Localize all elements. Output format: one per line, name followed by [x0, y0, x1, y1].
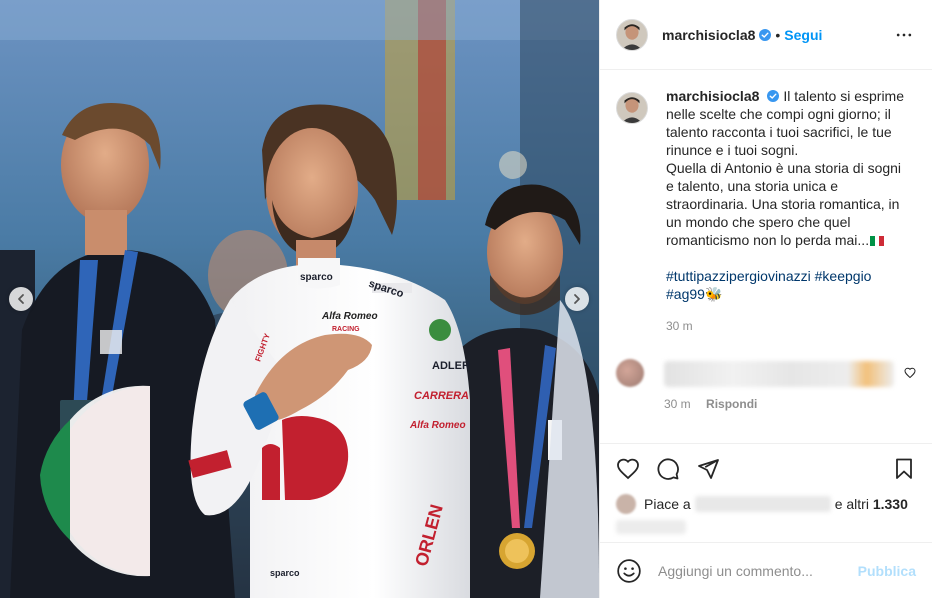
photo-scene — [0, 0, 599, 598]
suit-logo-alfa-romeo: Alfa Romeo — [322, 311, 378, 322]
suit-logo-adler: ADLER — [432, 360, 470, 372]
avatar-image — [617, 93, 647, 123]
likes-count[interactable]: 1.330 — [873, 496, 908, 512]
smiley-icon[interactable] — [616, 558, 642, 584]
post-header: marchisiocla8 • Segui — [600, 0, 932, 70]
verified-badge-icon — [767, 90, 780, 102]
heart-icon[interactable] — [616, 457, 640, 481]
italy-flag-icon — [870, 232, 885, 246]
post-date-blurred — [616, 520, 686, 534]
avatar-image — [617, 19, 647, 50]
more-options-button[interactable] — [892, 23, 916, 47]
post-sidebar: marchisiocla8 • Segui marchisiocla8 Il t… — [599, 0, 932, 598]
liker-avatar-blurred[interactable] — [616, 494, 636, 514]
send-icon[interactable] — [696, 457, 720, 481]
more-horizontal-icon — [896, 33, 912, 36]
likes-suffix: e altri — [834, 496, 869, 512]
verified-badge-icon — [759, 28, 772, 41]
caption-username[interactable]: marchisiocla8 — [666, 88, 759, 104]
caption: marchisiocla8 Il talento si esprime nelle… — [616, 87, 916, 335]
caption-timestamp[interactable]: 30 m — [666, 317, 910, 335]
likes-prefix: Piace a — [644, 496, 691, 512]
comments-section: marchisiocla8 Il talento si esprime nelle… — [600, 71, 932, 443]
comment-text-blurred — [664, 361, 894, 387]
caption-text: marchisiocla8 Il talento si esprime nelle… — [666, 87, 910, 335]
comment-timestamp[interactable]: 30 m — [664, 397, 691, 411]
caption-hashtags: #tuttipazzipergiovinazzi #keepgio #ag99🐝 — [666, 267, 910, 303]
follow-button[interactable]: Segui — [784, 27, 822, 43]
heart-outline-icon[interactable] — [904, 367, 916, 379]
bee-emoji: 🐝 — [704, 286, 723, 302]
hashtag-links[interactable]: #tuttipazzipergiovinazzi #keepgio #ag99 — [666, 268, 871, 302]
caption-paragraph-2: Quella di Antonio è una storia di sogni … — [666, 159, 910, 249]
commenter-avatar-blurred[interactable] — [616, 359, 644, 387]
separator-dot: • — [775, 26, 781, 43]
suit-logo-carrera: CARRERA — [414, 390, 469, 402]
caption-avatar[interactable] — [616, 92, 648, 124]
caption-line-2: Quella di Antonio è una storia di sogni … — [666, 160, 902, 248]
add-comment-bar: Pubblica — [600, 542, 932, 598]
suit-logo-racing: RACING — [332, 326, 360, 333]
next-photo-button[interactable] — [565, 287, 589, 311]
username-link[interactable]: marchisiocla8 — [662, 27, 755, 43]
comment-input[interactable] — [658, 562, 850, 579]
avatar[interactable] — [616, 18, 648, 51]
post-actions: Piace a e altri 1.330 — [600, 443, 932, 534]
chevron-left-icon — [18, 294, 24, 304]
action-bar — [616, 454, 916, 484]
suit-logo-sparco-collar: sparco — [300, 272, 333, 283]
liker-name-blurred[interactable] — [694, 496, 831, 512]
chevron-right-icon — [574, 294, 580, 304]
publish-button[interactable]: Pubblica — [858, 563, 916, 579]
prev-photo-button[interactable] — [9, 287, 33, 311]
comment-meta: 30 m Rispondi — [664, 397, 916, 411]
reply-button[interactable]: Rispondi — [706, 397, 757, 411]
suit-logo-sparco-belt: sparco — [270, 568, 300, 578]
comment-item — [616, 359, 916, 387]
suit-logo-alfa-romeo-2: Alfa Romeo — [410, 420, 466, 431]
likes-summary: Piace a e altri 1.330 — [616, 494, 916, 514]
comment-icon[interactable] — [656, 457, 680, 481]
caption-paragraph-1: marchisiocla8 Il talento si esprime nelle… — [666, 87, 910, 159]
post-photo[interactable]: sparco sparco Alfa Romeo RACING ADLER CA… — [0, 0, 599, 598]
bookmark-icon[interactable] — [892, 457, 916, 481]
